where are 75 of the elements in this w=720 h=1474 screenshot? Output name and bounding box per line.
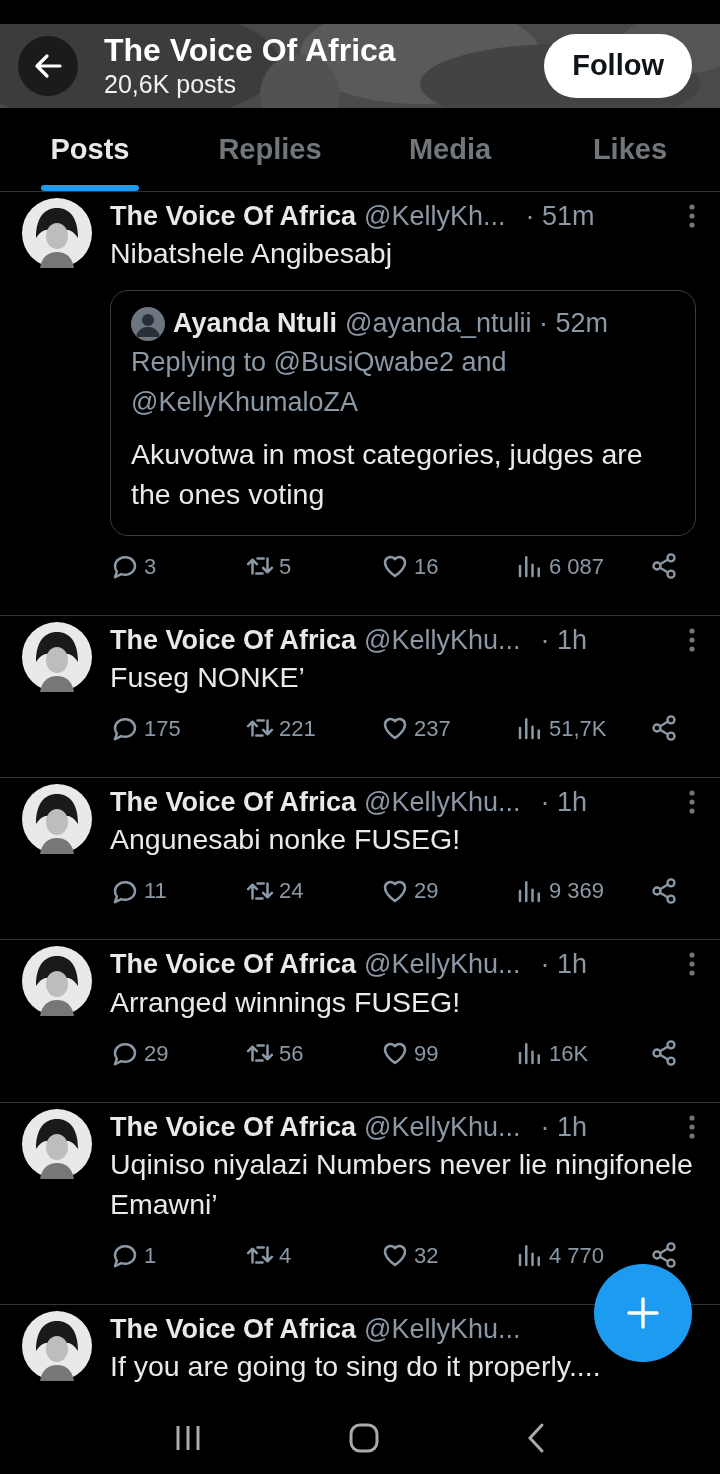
post-time: · 1h (540, 948, 588, 982)
follow-button[interactable]: Follow (544, 34, 692, 98)
author-handle: @KellyKhu... (364, 948, 521, 982)
share-icon[interactable] (650, 1241, 678, 1270)
share-icon[interactable] (650, 1039, 678, 1068)
quoted-text: Akuvotwa in most categories, judges are the ones voting (131, 436, 644, 512)
back-arrow-icon (33, 51, 63, 81)
quoted-post[interactable]: Ayanda Ntuli @ayanda_ntulii · 52m Replying to @BusiQwabe2 and @KellyKhumaloZA Akuvotwa in most categories, judges are the ones voting (110, 290, 696, 536)
author-name: The Voice Of Africa (110, 785, 357, 819)
post-text: If you are going to sing do it properly.... (110, 1349, 601, 1385)
author-name: The Voice Of Africa (110, 1312, 357, 1346)
stat-count: 16K (549, 1039, 589, 1068)
post-time: · 1h (540, 785, 588, 819)
avatar (22, 1108, 92, 1179)
avatar (22, 621, 92, 692)
author-name: The Voice Of Africa (110, 623, 357, 657)
author-handle: @KellyKhu... (364, 785, 521, 819)
stat-count: 4 770 (549, 1241, 605, 1270)
stat-count: 9 369 (549, 877, 605, 906)
stat-count: 16 (414, 552, 439, 581)
post-time: · 1h (540, 623, 588, 657)
more-icon[interactable] (688, 951, 696, 978)
stat-count: 1 (144, 1241, 157, 1270)
tab[interactable]: Media (360, 108, 540, 191)
quoted-author-name: Ayanda Ntuli (173, 307, 338, 341)
tab[interactable]: Posts (0, 108, 180, 191)
reply-context: Replying to @BusiQwabe2 and @KellyKhumaloZA (131, 345, 508, 420)
post-text: Fuseg NONKE’ (110, 660, 305, 695)
more-icon[interactable] (688, 789, 696, 816)
share-icon[interactable] (650, 714, 678, 743)
tab[interactable]: Likes (540, 108, 720, 191)
author-handle: @KellyKhu... (364, 623, 521, 657)
stat-count: 4 (279, 1241, 292, 1270)
author-handle: @KellyKhu... (364, 1110, 521, 1144)
stat-count: 3 (144, 552, 157, 581)
author-handle: @KellyKhu... (364, 1312, 521, 1346)
post-count: 20,6K posts (104, 68, 238, 99)
author-name: The Voice Of Africa (110, 1110, 357, 1144)
stat-count: 29 (414, 877, 439, 906)
author-handle: @KellyKh... (364, 200, 506, 233)
avatar (22, 783, 92, 854)
stat-count: 6 087 (549, 552, 605, 581)
post-time: · 1h (540, 1110, 588, 1144)
post-text: Arranged winnings FUSEG! (110, 984, 461, 1020)
post-text: Nibatshele Angibesabj (110, 236, 393, 272)
stat-count: 29 (144, 1039, 169, 1068)
home-icon[interactable] (348, 1422, 380, 1454)
more-icon[interactable] (688, 1113, 696, 1140)
stat-count: 237 (414, 714, 451, 743)
plus-icon (626, 1296, 660, 1330)
quoted-author-handle: @ayanda_ntulii · 52m (345, 307, 609, 341)
author-name: The Voice Of Africa (110, 948, 357, 982)
stat-count: 221 (279, 714, 316, 743)
avatar (22, 198, 92, 268)
post-time: · 51m (525, 200, 595, 233)
tab[interactable]: Replies (180, 108, 360, 191)
stat-count: 51,7K (549, 714, 607, 743)
more-icon[interactable] (688, 626, 696, 653)
stat-count: 11 (144, 877, 167, 906)
stat-count: 99 (414, 1039, 439, 1068)
stat-count: 32 (414, 1241, 439, 1270)
post-text: Angunesabi nonke FUSEG! (110, 822, 461, 858)
share-icon[interactable] (650, 876, 678, 905)
stat-count: 5 (279, 552, 292, 581)
avatar (131, 306, 165, 341)
stat-count: 24 (279, 877, 304, 906)
share-icon[interactable] (650, 552, 678, 581)
author-name: The Voice Of Africa (110, 200, 357, 233)
avatar (22, 1310, 92, 1381)
stat-count: 56 (279, 1039, 304, 1068)
post-text: Uqiniso niyalazi Numbers never lie ningifonele Emawni’ (110, 1146, 694, 1222)
more-icon[interactable] (688, 203, 696, 230)
avatar (22, 946, 92, 1017)
profile-name: The Voice Of Africa (104, 33, 396, 69)
stat-count: 175 (144, 714, 181, 743)
